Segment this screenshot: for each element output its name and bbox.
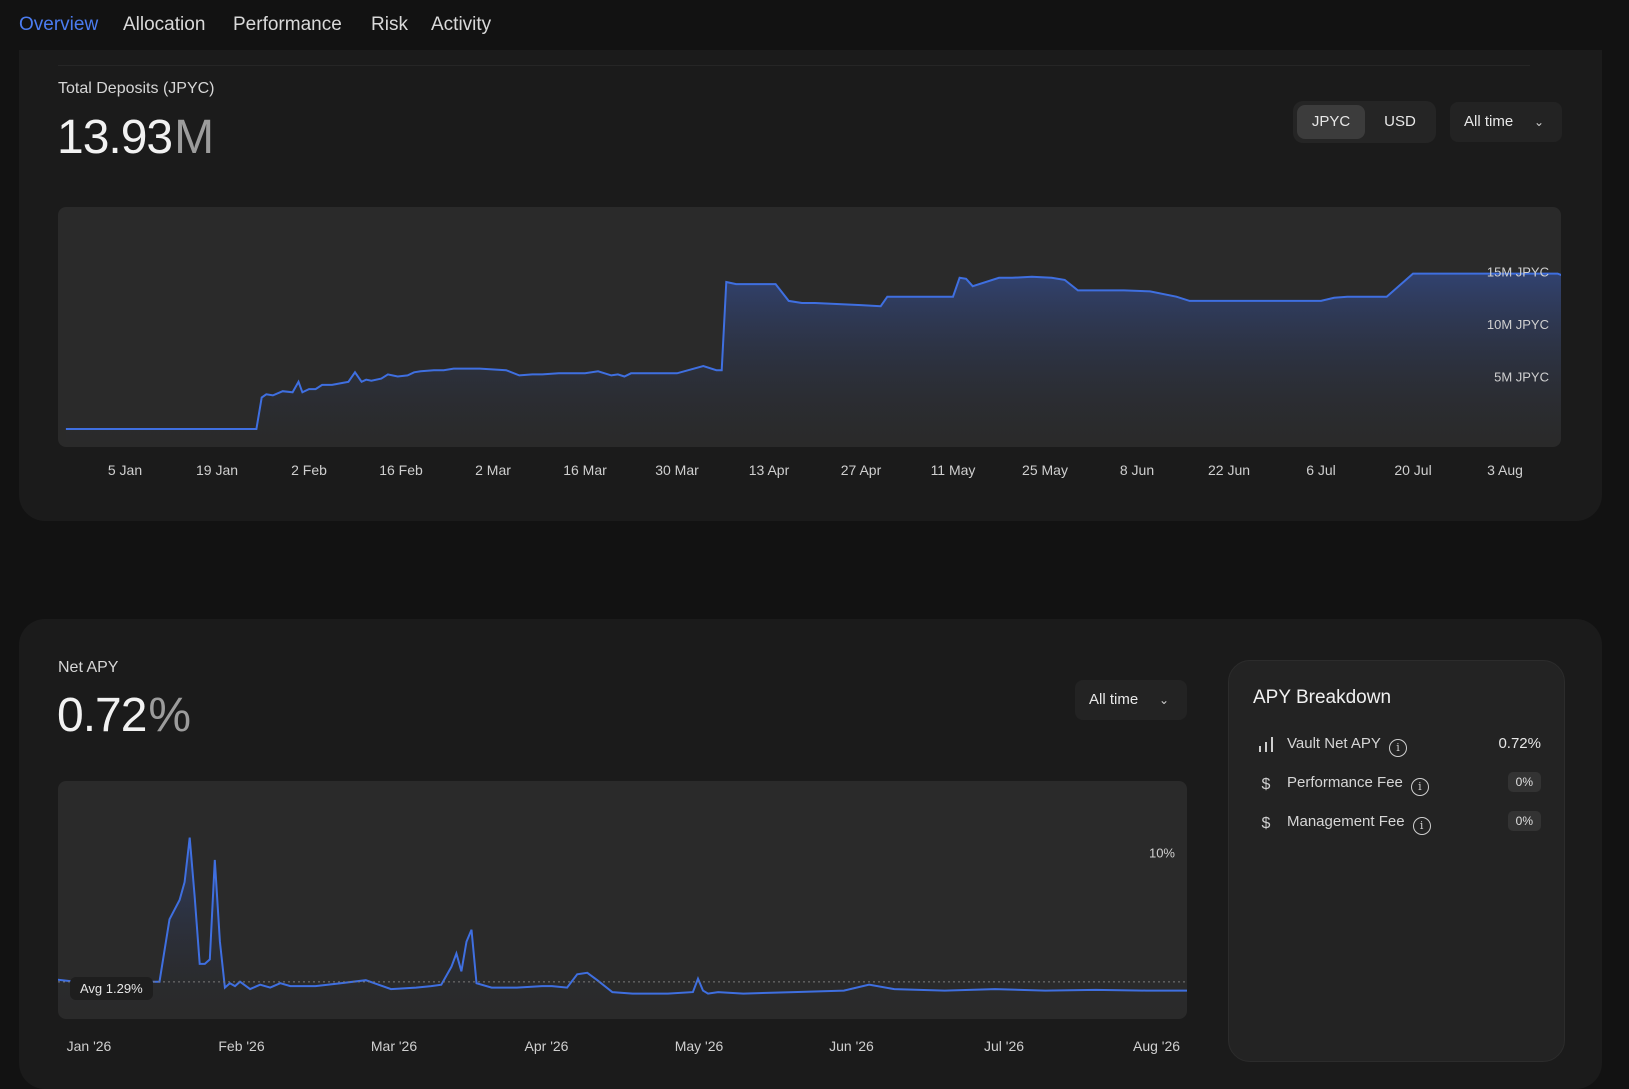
deposits-range-dropdown[interactable]: All time ⌄ [1450, 102, 1562, 142]
deposits-unit: M [174, 111, 214, 164]
series-line [58, 837, 1187, 995]
chevron-down-icon: ⌄ [1158, 693, 1169, 707]
average-badge: Avg 1.29% [70, 977, 153, 1000]
toggle-usd-button[interactable]: USD [1368, 105, 1432, 139]
apy-unit: % [148, 689, 191, 742]
series-area [58, 837, 1187, 1019]
toggle-jpyc-button[interactable]: JPYC [1297, 105, 1365, 139]
bar-chart-icon [1259, 737, 1273, 752]
dollar-icon: $ [1262, 815, 1271, 831]
x-tick-label: 5 Jan [107, 462, 143, 478]
deposits-value: 13.93M [57, 110, 214, 165]
x-tick-label: Aug '26 [1132, 1038, 1181, 1054]
x-tick-label: May '26 [674, 1038, 724, 1054]
x-tick-label: Jun '26 [829, 1038, 874, 1054]
x-tick-label: Jul '26 [983, 1038, 1025, 1054]
x-tick-label: 16 Mar [563, 462, 607, 478]
currency-toggle: JPYC USD [1293, 101, 1436, 143]
breakdown-label-text: Management Fee [1287, 813, 1405, 830]
breakdown-label: Vault Net APY i [1287, 735, 1407, 757]
x-tick-label: 3 Aug [1487, 462, 1523, 478]
series-area [65, 273, 1561, 447]
breakdown-badge: 0% [1507, 772, 1541, 792]
tab-risk[interactable]: Risk [371, 14, 408, 36]
breakdown-row-management-fee: $ Management Fee i 0% [1253, 809, 1541, 837]
breakdown-value: 0.72% [1498, 735, 1541, 752]
x-tick-label: 2 Feb [291, 462, 327, 478]
x-tick-label: 8 Jun [1119, 462, 1155, 478]
y-tick-label: 15M JPYC [1487, 265, 1549, 280]
y-tick-label: 10M JPYC [1487, 317, 1549, 332]
x-tick-label: 13 Apr [748, 462, 790, 478]
y-tick-label: 10% [1149, 845, 1175, 860]
breakdown-label: Management Fee i [1287, 813, 1431, 835]
tab-divider [58, 65, 1530, 66]
x-tick-label: 20 Jul [1394, 462, 1432, 478]
x-tick-label: Feb '26 [218, 1038, 265, 1054]
breakdown-row-vault-net-apy: Vault Net APY i 0.72% [1253, 731, 1541, 759]
breakdown-label-text: Vault Net APY [1287, 735, 1381, 752]
apy-amount: 0.72 [57, 689, 147, 742]
x-tick-label: Mar '26 [370, 1038, 418, 1054]
apy-range-value: All time [1089, 691, 1139, 708]
apy-value: 0.72% [57, 688, 191, 743]
x-tick-label: Jan '26 [66, 1038, 112, 1054]
chevron-down-icon: ⌄ [1533, 115, 1544, 129]
breakdown-row-performance-fee: $ Performance Fee i 0% [1253, 770, 1541, 798]
deposits-chart-svg: 5M JPYC 10M JPYC 15M JPYC [65, 265, 1561, 447]
x-tick-label: 22 Jun [1207, 462, 1251, 478]
x-tick-label: 30 Mar [655, 462, 699, 478]
apy-range-dropdown[interactable]: All time ⌄ [1075, 680, 1187, 720]
tab-performance[interactable]: Performance [233, 14, 342, 36]
tab-allocation[interactable]: Allocation [123, 14, 205, 36]
x-tick-label: 11 May [930, 462, 976, 478]
deposits-chart: 5M JPYC 10M JPYC 15M JPYC [58, 207, 1561, 447]
x-tick-label: 19 Jan [195, 462, 239, 478]
info-icon[interactable]: i [1388, 739, 1407, 757]
tab-activity[interactable]: Activity [431, 14, 491, 36]
deposits-amount: 13.93 [57, 111, 173, 164]
x-tick-label: 2 Mar [475, 462, 511, 478]
deposits-label: Total Deposits (JPYC) [58, 80, 215, 97]
x-tick-label: 25 May [1022, 462, 1068, 478]
breakdown-badge: 0% [1507, 811, 1541, 831]
apy-breakdown-panel: APY Breakdown Vault Net APY i 0.72% $ Per… [1228, 660, 1565, 1062]
x-tick-label: Apr '26 [524, 1038, 569, 1054]
deposits-range-value: All time [1464, 113, 1514, 130]
x-tick-label: 6 Jul [1306, 462, 1336, 478]
breakdown-label: Performance Fee i [1287, 774, 1429, 796]
info-icon[interactable]: i [1410, 778, 1429, 796]
breakdown-label-text: Performance Fee [1287, 774, 1403, 791]
tab-overview[interactable]: Overview [19, 14, 98, 36]
x-tick-label: 27 Apr [840, 462, 882, 478]
apy-chart-svg: 10% [58, 837, 1187, 1019]
svg-text:$: $ [1262, 776, 1271, 792]
dollar-icon: $ [1262, 776, 1271, 792]
apy-chart: 10% [58, 781, 1187, 1019]
svg-text:$: $ [1262, 815, 1271, 831]
info-icon[interactable]: i [1412, 817, 1431, 835]
x-tick-label: 16 Feb [379, 462, 423, 478]
apy-label: Net APY [58, 659, 119, 676]
apy-breakdown-title: APY Breakdown [1253, 687, 1392, 708]
y-tick-label: 5M JPYC [1494, 370, 1549, 385]
